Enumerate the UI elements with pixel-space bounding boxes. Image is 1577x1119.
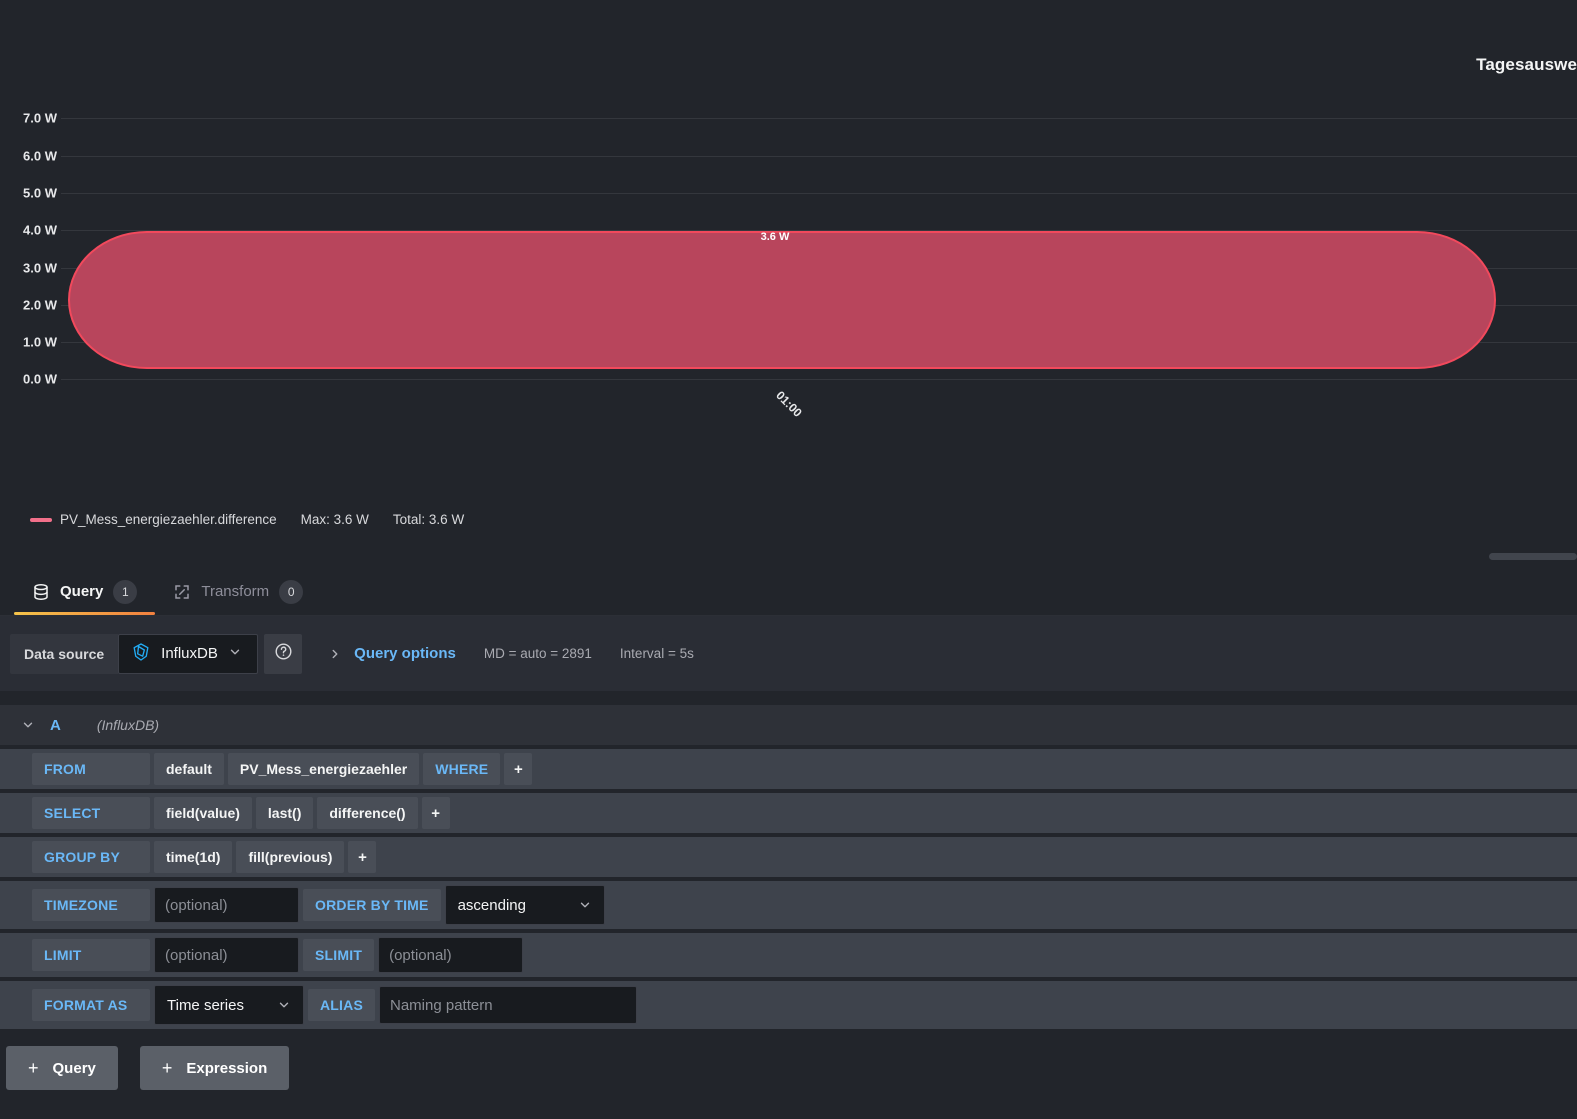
row-filler: [641, 985, 1577, 1025]
y-axis-tick-label: 1.0 W: [23, 334, 57, 350]
select-part-field[interactable]: field(value): [154, 797, 252, 829]
query-options-toggle[interactable]: Query options MD = auto = 2891 Interval …: [316, 634, 706, 674]
chart-plot-area[interactable]: 7.0 W 6.0 W 5.0 W 4.0 W 3.0 W 2.0 W 1.0 …: [0, 100, 1577, 490]
timezone-input[interactable]: (optional): [154, 887, 299, 923]
group-by-fill[interactable]: fill(previous): [236, 841, 345, 873]
transform-icon: [173, 583, 191, 601]
chart-legend[interactable]: PV_Mess_energiezaehler.difference Max: 3…: [30, 512, 464, 527]
add-select-part-button[interactable]: +: [421, 797, 450, 829]
query-row-timezone: TIMEZONE (optional) ORDER BY TIME ascend…: [0, 881, 1577, 929]
chevron-down-icon: [228, 645, 242, 663]
add-expression-button[interactable]: + Expression: [139, 1046, 290, 1090]
select-part-last[interactable]: last(): [255, 797, 314, 829]
query-row-format-as: FORMAT AS Time series ALIAS Naming patte…: [0, 981, 1577, 1029]
row-filler: [527, 937, 1577, 973]
plus-icon: +: [161, 1057, 173, 1078]
legend-stat-max: Max: 3.6 W: [300, 512, 369, 527]
bar-value-label: 3.6 W: [760, 231, 790, 243]
y-axis-tick-label: 0.0 W: [23, 371, 57, 387]
tab-transform[interactable]: Transform 0: [155, 568, 321, 615]
format-as-label: FORMAT AS: [32, 989, 150, 1021]
query-row-from: FROM default PV_Mess_energiezaehler WHER…: [0, 749, 1577, 789]
row-filler: [536, 753, 1577, 785]
y-axis-tick-label: 6.0 W: [23, 148, 57, 164]
chevron-down-icon: [578, 898, 592, 912]
add-where-button[interactable]: +: [504, 753, 533, 785]
panel-title: Tagesauswe: [1476, 55, 1577, 74]
datasource-picker[interactable]: InfluxDB: [118, 633, 259, 674]
row-filler: [380, 841, 1577, 873]
plus-icon: +: [28, 1057, 39, 1078]
y-axis-tick-label: 2.0 W: [23, 297, 57, 313]
select-part-difference[interactable]: difference(): [317, 797, 418, 829]
y-axis-tick-label: 4.0 W: [23, 222, 57, 238]
query-datasource-name: (InfluxDB): [96, 717, 160, 733]
visualization-panel: Tagesauswe 7.0 W 6.0 W 5.0 W 4.0 W 3.0 W…: [0, 0, 1577, 568]
chevron-right-icon: [328, 647, 342, 661]
row-filler: [454, 797, 1577, 829]
slimit-input[interactable]: (optional): [378, 937, 524, 973]
add-group-by-button[interactable]: +: [348, 841, 377, 873]
timezone-label: TIMEZONE: [32, 889, 150, 921]
query-ref-id[interactable]: A: [50, 717, 61, 734]
add-expression-label: Expression: [186, 1059, 268, 1077]
select-label: SELECT: [32, 797, 150, 829]
query-row-limit: LIMIT (optional) SLIMIT (optional): [0, 933, 1577, 977]
query-row-group-by: GROUP BY time(1d) fill(previous) +: [0, 837, 1577, 877]
limit-label: LIMIT: [32, 939, 150, 971]
x-axis-tick-label: 01:00: [773, 388, 805, 420]
row-filler: [609, 885, 1577, 925]
legend-color-swatch[interactable]: [30, 517, 52, 522]
from-label: FROM: [32, 753, 150, 785]
tab-query-label: Query: [60, 583, 104, 600]
where-label: WHERE: [423, 753, 501, 785]
datasource-picker-value: InfluxDB: [161, 645, 218, 662]
horizontal-scrollbar[interactable]: [1489, 553, 1577, 560]
order-by-time-label: ORDER BY TIME: [303, 889, 441, 921]
tab-transform-label: Transform: [201, 583, 270, 600]
influxdb-icon: [131, 642, 151, 666]
datasource-label: Data source: [10, 633, 119, 674]
tab-query-badge: 1: [113, 579, 138, 604]
format-as-value: Time series: [167, 996, 244, 1014]
y-axis-tick-label: 3.0 W: [23, 260, 57, 276]
query-row-header: A (InfluxDB): [0, 705, 1577, 745]
from-retention-policy[interactable]: default: [154, 753, 224, 785]
group-by-time[interactable]: time(1d): [154, 841, 233, 873]
query-options-label: Query options: [354, 645, 456, 662]
interval-info: Interval = 5s: [619, 646, 694, 661]
y-axis-tick-label: 5.0 W: [23, 185, 57, 201]
chevron-down-icon: [277, 998, 291, 1012]
datasource-bar: Data source InfluxDB Query options MD = …: [0, 616, 1577, 691]
query-editor: A (InfluxDB) FROM default PV_Mess_energi…: [0, 705, 1577, 1029]
order-by-time-value: ascending: [457, 896, 526, 914]
alias-label: ALIAS: [308, 989, 375, 1021]
add-query-label: Query: [52, 1059, 96, 1077]
bar-data-point[interactable]: [68, 231, 1496, 369]
chevron-down-icon[interactable]: [14, 718, 42, 732]
query-footer-actions: + Query + Expression: [0, 1046, 1577, 1090]
limit-input[interactable]: (optional): [154, 937, 299, 973]
database-icon: [32, 583, 50, 601]
y-axis-tick-label: 7.0 W: [23, 110, 57, 126]
help-circle-icon: [274, 642, 293, 666]
datasource-help-button[interactable]: [264, 633, 303, 674]
tab-transform-badge: 0: [279, 579, 304, 604]
slimit-label: SLIMIT: [303, 939, 375, 971]
tab-query[interactable]: Query 1: [14, 568, 156, 615]
editor-tab-bar: Query 1 Transform 0: [0, 568, 1577, 616]
max-data-points-info: MD = auto = 2891: [483, 646, 592, 661]
bar-series-container: [61, 100, 1577, 390]
legend-series-name[interactable]: PV_Mess_energiezaehler.difference: [60, 512, 277, 527]
query-row-select: SELECT field(value) last() difference() …: [0, 793, 1577, 833]
legend-stat-total: Total: 3.6 W: [392, 512, 465, 527]
format-as-select[interactable]: Time series: [154, 985, 304, 1025]
group-by-label: GROUP BY: [32, 841, 150, 873]
add-query-button[interactable]: + Query: [6, 1046, 118, 1090]
alias-input[interactable]: Naming pattern: [379, 986, 637, 1024]
order-by-time-select[interactable]: ascending: [444, 885, 605, 925]
from-measurement[interactable]: PV_Mess_energiezaehler: [227, 753, 420, 785]
